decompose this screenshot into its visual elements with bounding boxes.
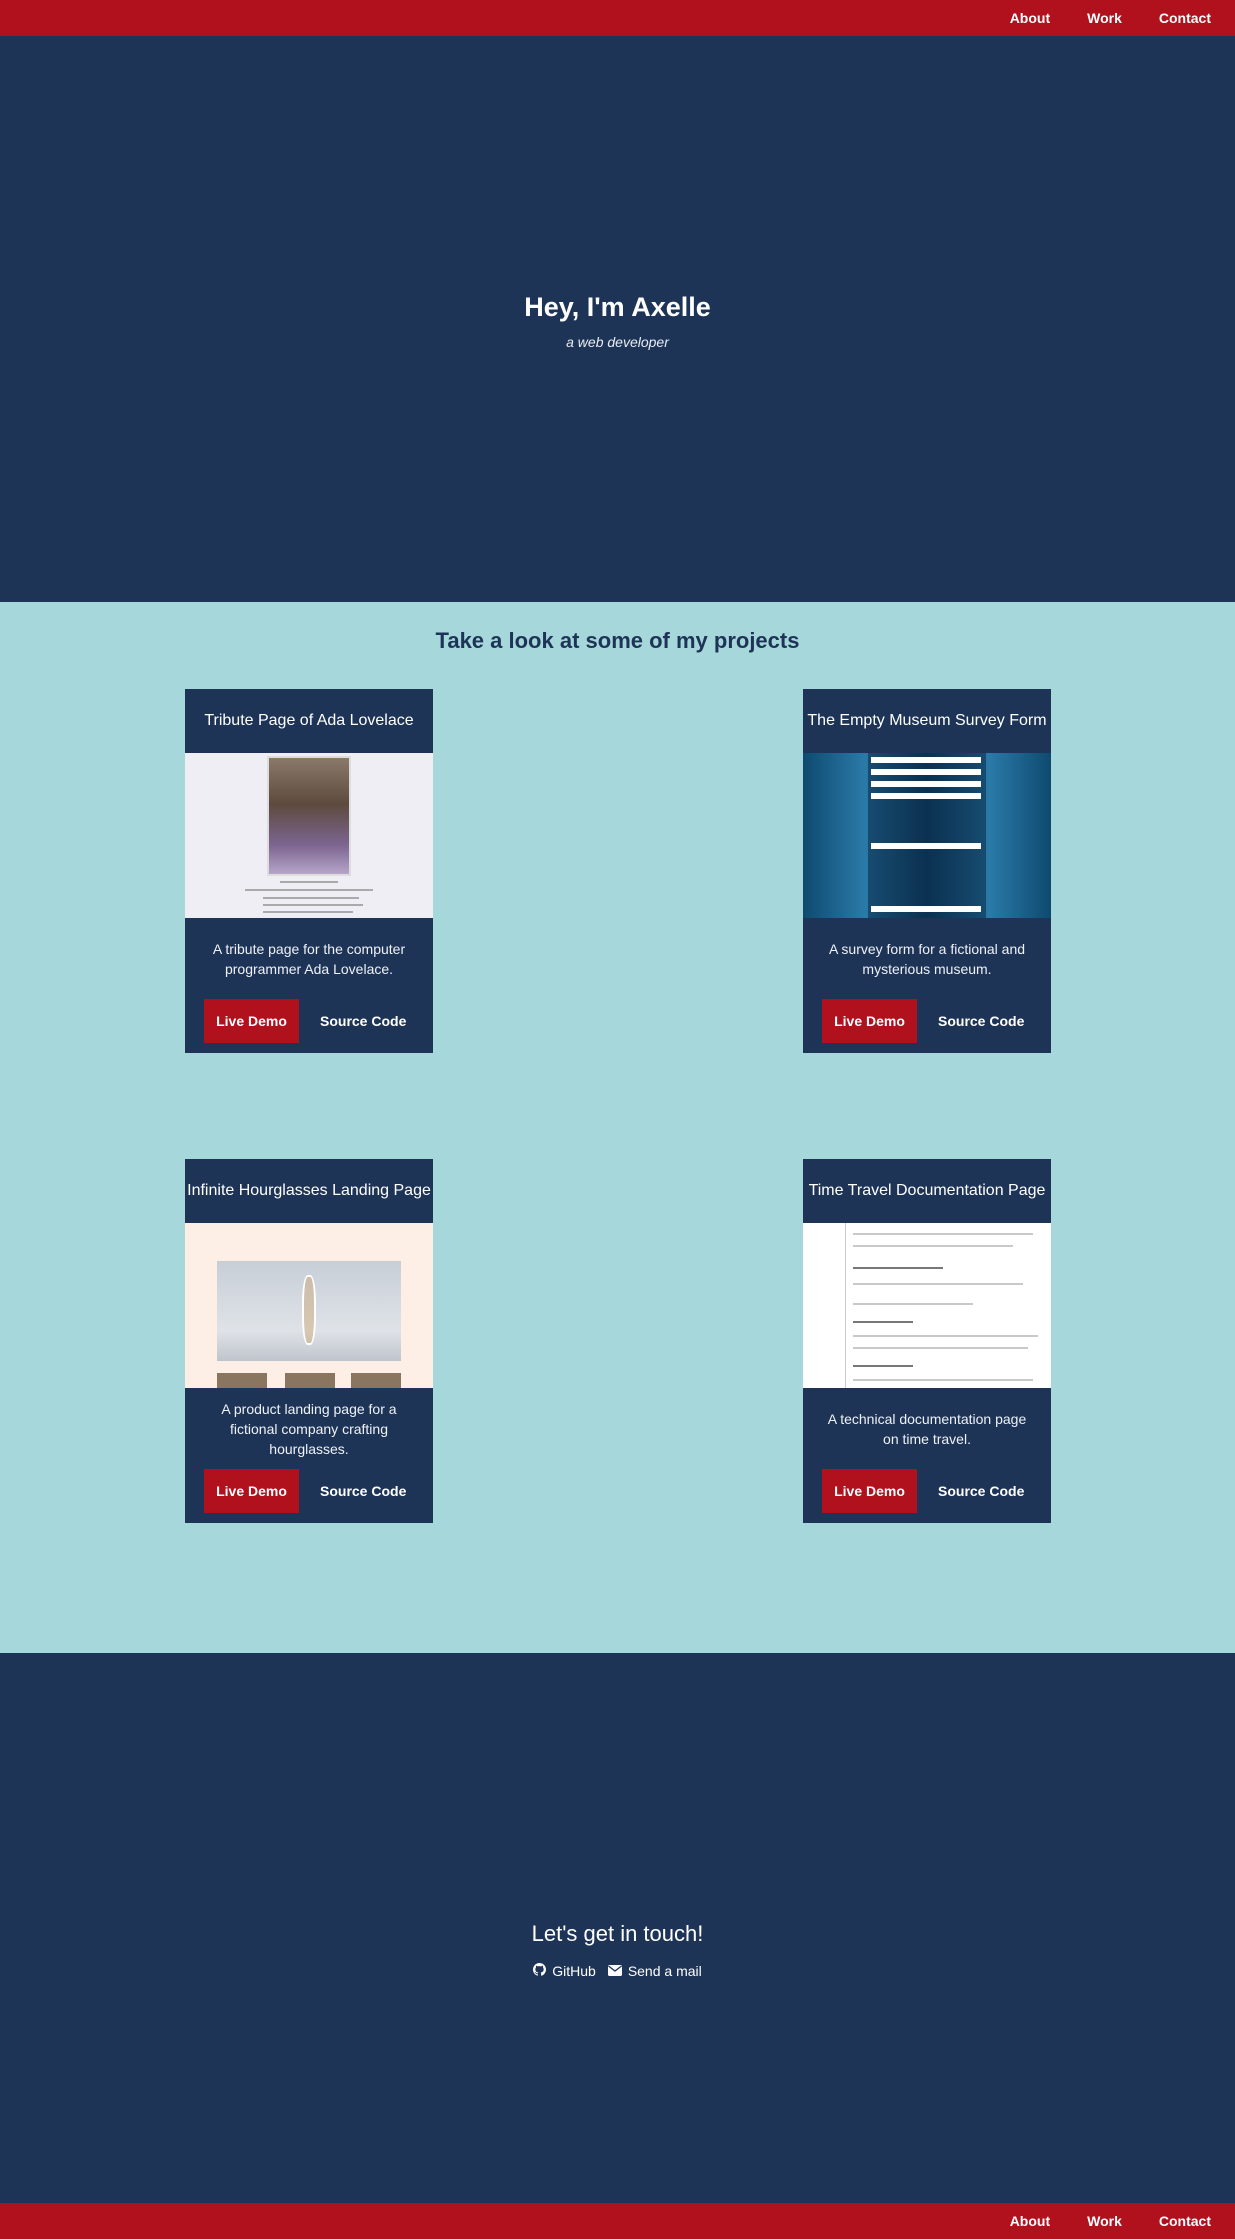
project-thumbnail[interactable] [185, 1223, 433, 1388]
nav-contact-link[interactable]: Contact [1159, 2213, 1211, 2229]
project-description: A technical documentation page on time t… [827, 1410, 1027, 1447]
hero-subtitle: a web developer [566, 334, 669, 350]
nav-about-link[interactable]: About [1010, 2213, 1050, 2229]
hero-title: Hey, I'm Axelle [524, 292, 711, 322]
source-code-link[interactable]: Source Code [320, 1013, 406, 1029]
source-code-link[interactable]: Source Code [938, 1013, 1024, 1029]
live-demo-button[interactable]: Live Demo [204, 999, 299, 1043]
nav-about-link[interactable]: About [1010, 10, 1050, 26]
contact-section: Let's get in touch! GitHub Send a mail [0, 1653, 1235, 2203]
project-title: Infinite Hourglasses Landing Page [187, 1182, 431, 1199]
project-thumbnail[interactable] [803, 753, 1051, 918]
source-code-link[interactable]: Source Code [938, 1483, 1024, 1499]
project-thumbnail[interactable] [803, 1223, 1051, 1388]
live-demo-button[interactable]: Live Demo [822, 1469, 917, 1513]
live-demo-button[interactable]: Live Demo [822, 999, 917, 1043]
send-mail-label: Send a mail [627, 1963, 702, 1979]
nav-work-link[interactable]: Work [1087, 10, 1122, 26]
contact-links: GitHub Send a mail [0, 1963, 1235, 1979]
source-code-link[interactable]: Source Code [320, 1483, 406, 1499]
send-mail-link[interactable]: Send a mail [607, 1963, 702, 1979]
envelope-icon [607, 1963, 622, 1979]
project-card-ada[interactable]: Tribute Page of Ada Lovelace A tribute p… [185, 689, 433, 1053]
project-title: Tribute Page of Ada Lovelace [204, 712, 414, 729]
project-title: Time Travel Documentation Page [808, 1182, 1046, 1199]
bottom-navbar: About Work Contact [0, 2203, 1235, 2239]
project-title: The Empty Museum Survey Form [807, 712, 1047, 729]
live-demo-button[interactable]: Live Demo [204, 1469, 299, 1513]
project-thumbnail[interactable] [185, 753, 433, 918]
contact-heading: Let's get in touch! [531, 1921, 704, 1946]
top-navbar: About Work Contact [0, 0, 1235, 36]
project-description: A product landing page for a fictional c… [221, 1400, 397, 1457]
project-description: A survey form for a fictional and myster… [828, 940, 1026, 977]
project-card-time-travel[interactable]: Time Travel Documentation Page A technic… [803, 1159, 1051, 1523]
project-card-survey[interactable]: The Empty Museum Survey Form A survey fo… [803, 689, 1051, 1053]
projects-section: Take a look at some of my projects Tribu… [0, 602, 1235, 1653]
github-label: GitHub [552, 1963, 596, 1979]
nav-contact-link[interactable]: Contact [1159, 10, 1211, 26]
projects-heading: Take a look at some of my projects [435, 628, 800, 653]
github-link[interactable]: GitHub [533, 1963, 596, 1979]
nav-work-link[interactable]: Work [1087, 2213, 1122, 2229]
project-description: A tribute page for the computer programm… [212, 940, 406, 977]
github-icon [533, 1963, 547, 1979]
welcome-section: Hey, I'm Axelle a web developer [0, 36, 1235, 602]
project-card-hourglasses[interactable]: Infinite Hourglasses Landing Page A prod… [185, 1159, 433, 1523]
